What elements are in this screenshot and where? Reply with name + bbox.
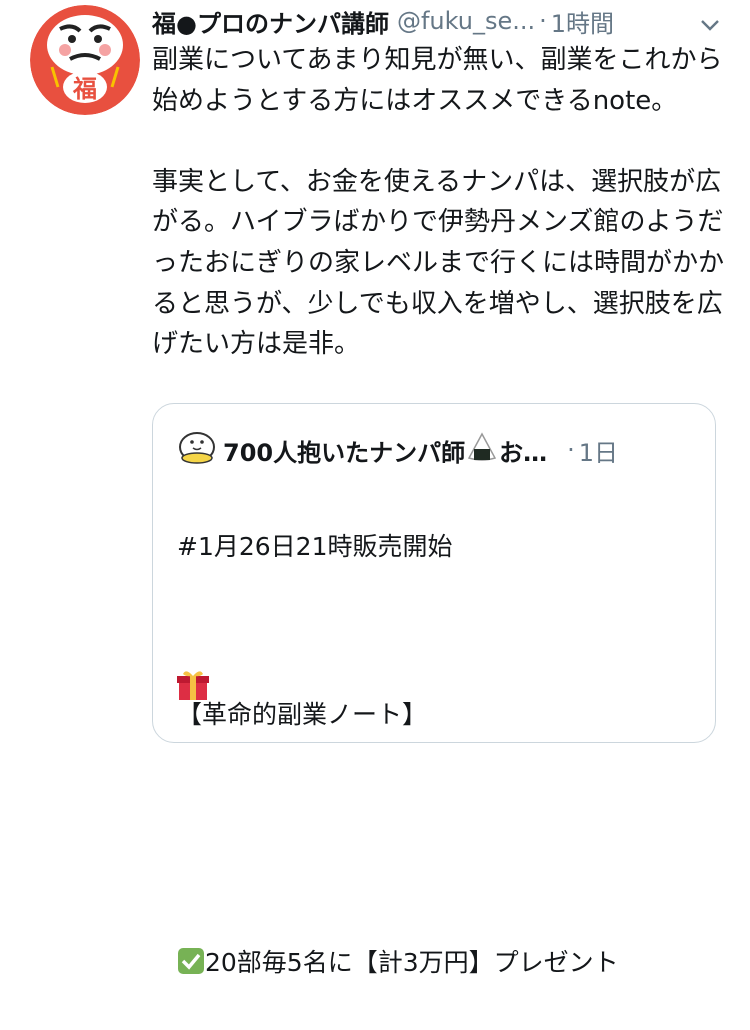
quoted-time[interactable]: 1日	[579, 433, 618, 468]
author-handle[interactable]: @fuku_se...	[397, 7, 535, 35]
tweet-header: 福●プロのナンパ講師 @fuku_se... · 1時間	[152, 4, 732, 38]
chevron-down-icon[interactable]	[700, 10, 720, 38]
quoted-text: #1月26日21時販売開始 【革命的副業ノート】 20部毎5名に【計3万円】プレ…	[177, 484, 707, 1030]
quoted-header: 700人抱いたナンパ師 お… · 1日	[177, 430, 697, 470]
separator-dot: ·	[539, 7, 547, 35]
avatar[interactable]: 福	[30, 5, 140, 115]
quoted-tweet[interactable]: 700人抱いたナンパ師 お… · 1日 #1月26日21時販売開始 【革命的副業…	[152, 403, 716, 977]
quoted-name-ellipsis: お…	[499, 438, 548, 467]
quoted-author-name[interactable]: 700人抱いたナンパ師	[223, 433, 465, 468]
quoted-line-2: 【革命的副業ノート】	[177, 700, 428, 729]
tweet-time[interactable]: 1時間	[551, 4, 614, 39]
avatar-text: 福	[72, 75, 97, 103]
quoted-line-1: #1月26日21時販売開始	[177, 532, 453, 561]
character-icon	[177, 430, 217, 470]
tweet-text: 副業についてあまり知見が無い、副業をこれから始めようとする方にはオススメできるn…	[152, 45, 725, 360]
quoted-line-3: 20部毎5名に【計3万円】プレゼント	[205, 948, 619, 977]
check-mark-icon	[177, 904, 205, 988]
quoted-separator: ·	[567, 436, 575, 464]
gift-icon	[176, 668, 210, 706]
author-name[interactable]: 福●プロのナンパ講師	[152, 4, 389, 39]
onigiri-icon	[467, 432, 497, 468]
